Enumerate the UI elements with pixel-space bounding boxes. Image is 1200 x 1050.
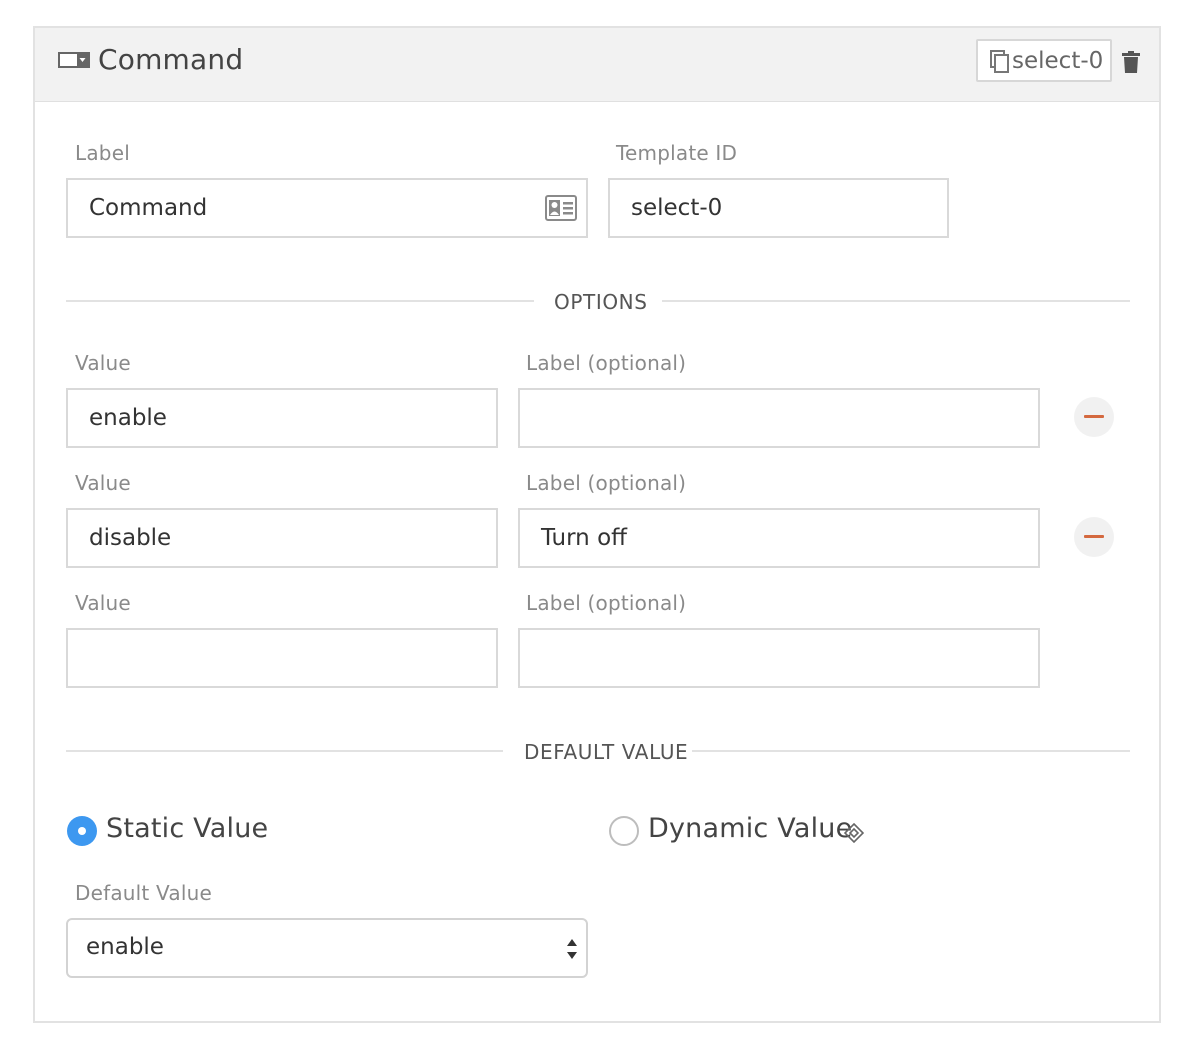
remove-option-button[interactable] — [1074, 517, 1114, 557]
option-value-text: disable — [89, 525, 172, 551]
label-input[interactable]: Command — [66, 178, 588, 238]
options-section-title: OPTIONS — [554, 290, 648, 314]
select-field-icon — [58, 52, 90, 68]
default-value-select[interactable]: enable — [66, 918, 588, 978]
template-id-input[interactable]: select-0 — [608, 178, 949, 238]
default-divider-right — [692, 750, 1130, 752]
option-label-label: Label (optional) — [526, 351, 687, 375]
template-id-label: Template ID — [616, 141, 738, 165]
dynamic-value-label[interactable]: Dynamic Value — [648, 813, 852, 844]
default-value-selected: enable — [86, 934, 164, 960]
option-label-label: Label (optional) — [526, 591, 687, 615]
dynamic-value-radio[interactable] — [609, 816, 639, 846]
default-value-label: Default Value — [75, 881, 212, 905]
options-divider-left — [66, 300, 534, 302]
option-label-input[interactable] — [518, 388, 1040, 448]
static-value-radio[interactable] — [67, 816, 97, 846]
trash-icon[interactable] — [1122, 51, 1140, 73]
diamond-icon[interactable] — [844, 823, 864, 843]
label-field-label: Label — [75, 141, 130, 165]
label-input-value: Command — [89, 195, 208, 221]
option-value-input[interactable]: enable — [66, 388, 498, 448]
static-value-label[interactable]: Static Value — [106, 813, 268, 844]
copy-id-button[interactable]: select-0 — [976, 39, 1112, 82]
option-value-input[interactable] — [66, 628, 498, 688]
default-section-title: DEFAULT VALUE — [524, 740, 689, 764]
field-editor-panel: Command select-0 Label Command Template … — [33, 26, 1161, 1023]
copy-icon — [990, 50, 1009, 73]
option-value-label: Value — [75, 471, 131, 495]
options-divider-right — [662, 300, 1130, 302]
contact-card-icon[interactable] — [545, 195, 577, 221]
option-value-label: Value — [75, 351, 131, 375]
default-divider-left — [66, 750, 503, 752]
remove-option-button[interactable] — [1074, 397, 1114, 437]
option-value-input[interactable]: disable — [66, 508, 498, 568]
option-value-text: enable — [89, 405, 167, 431]
option-label-text: Turn off — [541, 525, 627, 551]
option-label-label: Label (optional) — [526, 471, 687, 495]
option-value-label: Value — [75, 591, 131, 615]
option-label-input[interactable] — [518, 628, 1040, 688]
panel-header: Command select-0 — [35, 28, 1159, 102]
select-arrows-icon — [567, 939, 577, 959]
panel-title: Command — [98, 43, 244, 76]
template-id-value: select-0 — [631, 195, 723, 221]
option-label-input[interactable]: Turn off — [518, 508, 1040, 568]
id-badge-label: select-0 — [1012, 48, 1104, 74]
